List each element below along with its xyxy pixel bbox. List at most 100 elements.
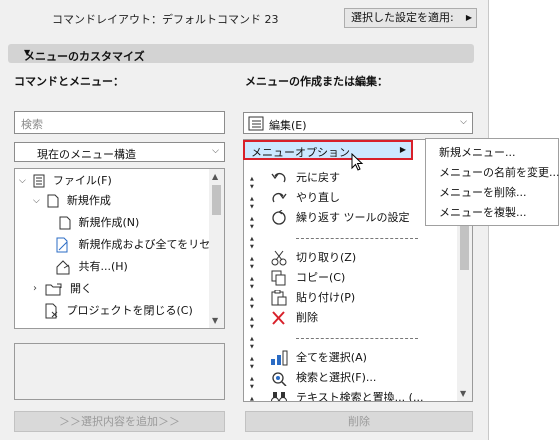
tree-item-new[interactable]: ⌵ 新規作成 [33,191,111,211]
tree-item-label: ファイル(F) [52,174,112,187]
expanded-chevron-icon: ⌵ [33,196,40,206]
description-box [14,343,225,400]
paste-icon [271,290,287,306]
drag-handle-icon[interactable] [250,209,256,237]
triangle-right-icon: ▶ [465,13,472,22]
command-layout-label: コマンドレイアウト：デフォルトコマンド 23 [52,13,279,26]
chevron-down-icon: ⌵ [212,146,219,156]
close-document-icon [45,303,58,319]
document-icon [47,194,59,208]
search-input[interactable]: 検索 [14,111,225,134]
menu-icon [248,116,264,131]
section-title: メニューのカスタマイズ [24,50,145,63]
drag-handle-icon[interactable] [250,249,256,277]
menu-structure-select[interactable]: 現在のメニュー構造 ⌵ [14,142,225,162]
scissors-icon [271,250,287,266]
collapsed-chevron-icon: › [33,283,37,294]
commands-title: コマンドとメニュー： [14,75,124,88]
drag-handle-icon[interactable] [250,269,256,297]
expanded-chevron-icon: ⌵ [19,176,26,186]
tree-item-share[interactable]: 共有...(H) [55,257,128,277]
folder-open-icon [45,283,61,296]
drag-handle-icon[interactable] [250,389,256,401]
section-header[interactable]: ▼ メニューのカスタマイズ [8,44,474,63]
redo-icon [272,192,287,203]
drag-handle-icon[interactable] [250,229,256,257]
menu-item-label: 検索と選択(F)... [296,371,377,384]
binoculars-icon [271,392,287,401]
menu-item-label: やり直し [296,191,340,204]
search-placeholder: 検索 [21,118,43,131]
drag-handle-icon[interactable] [250,369,256,397]
menu-item[interactable]: 切り取り(Z) [244,248,459,277]
tree-item-label: プロジェクトを閉じる(C) [66,304,193,317]
separator-row[interactable] [244,228,459,257]
tree-item-new-n[interactable]: 新規作成(N) [59,213,139,233]
tree-item-label: 新規作成 [66,194,111,207]
apply-settings-button[interactable]: 選択した設定を適用: ▶ [344,8,477,28]
menu-item-label: 元に戻す [296,171,340,184]
delete-x-icon [272,311,285,325]
tree-item-label: 新規作成および全てをリセッ [78,238,222,251]
tree-item-file[interactable]: ⌵ ファイル(F) [19,171,112,191]
new-reset-icon [56,237,68,253]
menu-select[interactable]: 編集(E) ⌵ [243,112,473,134]
menu-item[interactable]: 全てを選択(A) [244,348,459,377]
tree-item-label: 新規作成(N) [78,216,140,229]
popup-item-new-menu[interactable]: 新規メニュー... [439,144,516,160]
menu-item-label: コピー(C) [296,271,346,284]
popup-item-rename-menu[interactable]: メニューの名前を変更... [439,164,559,180]
menu-options-item[interactable]: メニューオプション ▶ [243,140,413,160]
tree-item-close-project[interactable]: プロジェクトを閉じる(C) [45,301,193,321]
mouse-cursor-icon [351,153,364,171]
menu-item-label: 全てを選択(A) [296,351,367,364]
popup-item-delete-menu[interactable]: メニューを削除... [439,184,527,200]
find-select-icon [272,372,287,386]
drag-handle-icon[interactable] [250,309,256,337]
drag-handle-icon[interactable] [250,189,256,217]
menu-item[interactable]: 検索と選択(F)... [244,368,459,397]
tree-item-label: 共有...(H) [78,260,128,273]
scroll-down-icon[interactable]: ▼ [460,389,466,398]
tree-scrollbar[interactable]: ▲ ▼ [209,169,224,328]
separator-row[interactable] [244,328,459,357]
tree-item-open[interactable]: › 開く [33,279,92,299]
menu-item[interactable]: 貼り付け(P) [244,288,459,317]
delete-button[interactable]: 削除 [245,411,473,432]
apply-settings-label: 選択した設定を適用: [351,11,454,24]
menu-item[interactable]: テキスト検索と置換... (... [244,388,459,402]
add-selection-button[interactable]: ＞＞選択内容を追加＞＞ [14,411,225,432]
menu-options-label: メニューオプション [251,146,350,159]
scroll-thumb[interactable] [212,185,221,215]
menu-item-label: 切り取り(Z) [296,251,357,264]
tree-item-label: 開く [70,282,92,295]
menu-item[interactable]: 削除 [244,308,459,337]
chevron-down-icon: ⌵ [460,117,467,127]
drag-handle-icon[interactable] [250,329,256,357]
scroll-up-icon[interactable]: ▲ [212,172,218,181]
menu-structure-value: 現在のメニュー構造 [37,148,136,161]
drag-handle-icon[interactable] [250,169,256,197]
drag-handle-icon[interactable] [250,349,256,377]
command-tree[interactable]: ⌵ ファイル(F) ⌵ 新規作成 新規作成(N) 新規作成および全てをリセッ 共… [14,168,225,329]
drag-handle-icon[interactable] [250,289,256,317]
menu-item-label: テキスト検索と置換... (... [296,391,424,402]
scroll-down-icon[interactable]: ▼ [212,316,218,325]
undo-icon [271,172,286,183]
share-icon [56,260,70,275]
repeat-icon [272,210,286,225]
select-all-icon [271,350,288,366]
separator-line [296,338,418,339]
tree-item-new-reset[interactable]: 新規作成および全てをリセッ [55,235,221,255]
submenu-arrow-icon: ▶ [399,145,406,154]
menu-item[interactable]: コピー(C) [244,268,459,297]
popup-item-duplicate-menu[interactable]: メニューを複製... [439,204,527,220]
menu-options-popup: 新規メニュー... メニューの名前を変更... メニューを削除... メニューを… [425,138,559,226]
scroll-thumb[interactable] [460,220,469,270]
document-icon [59,216,71,230]
menu-select-value: 編集(E) [269,119,307,132]
separator-line [296,238,418,239]
menu-icon [33,174,45,188]
menu-item-label: 貼り付け(P) [296,291,356,304]
menu-item-label: 削除 [296,311,318,324]
